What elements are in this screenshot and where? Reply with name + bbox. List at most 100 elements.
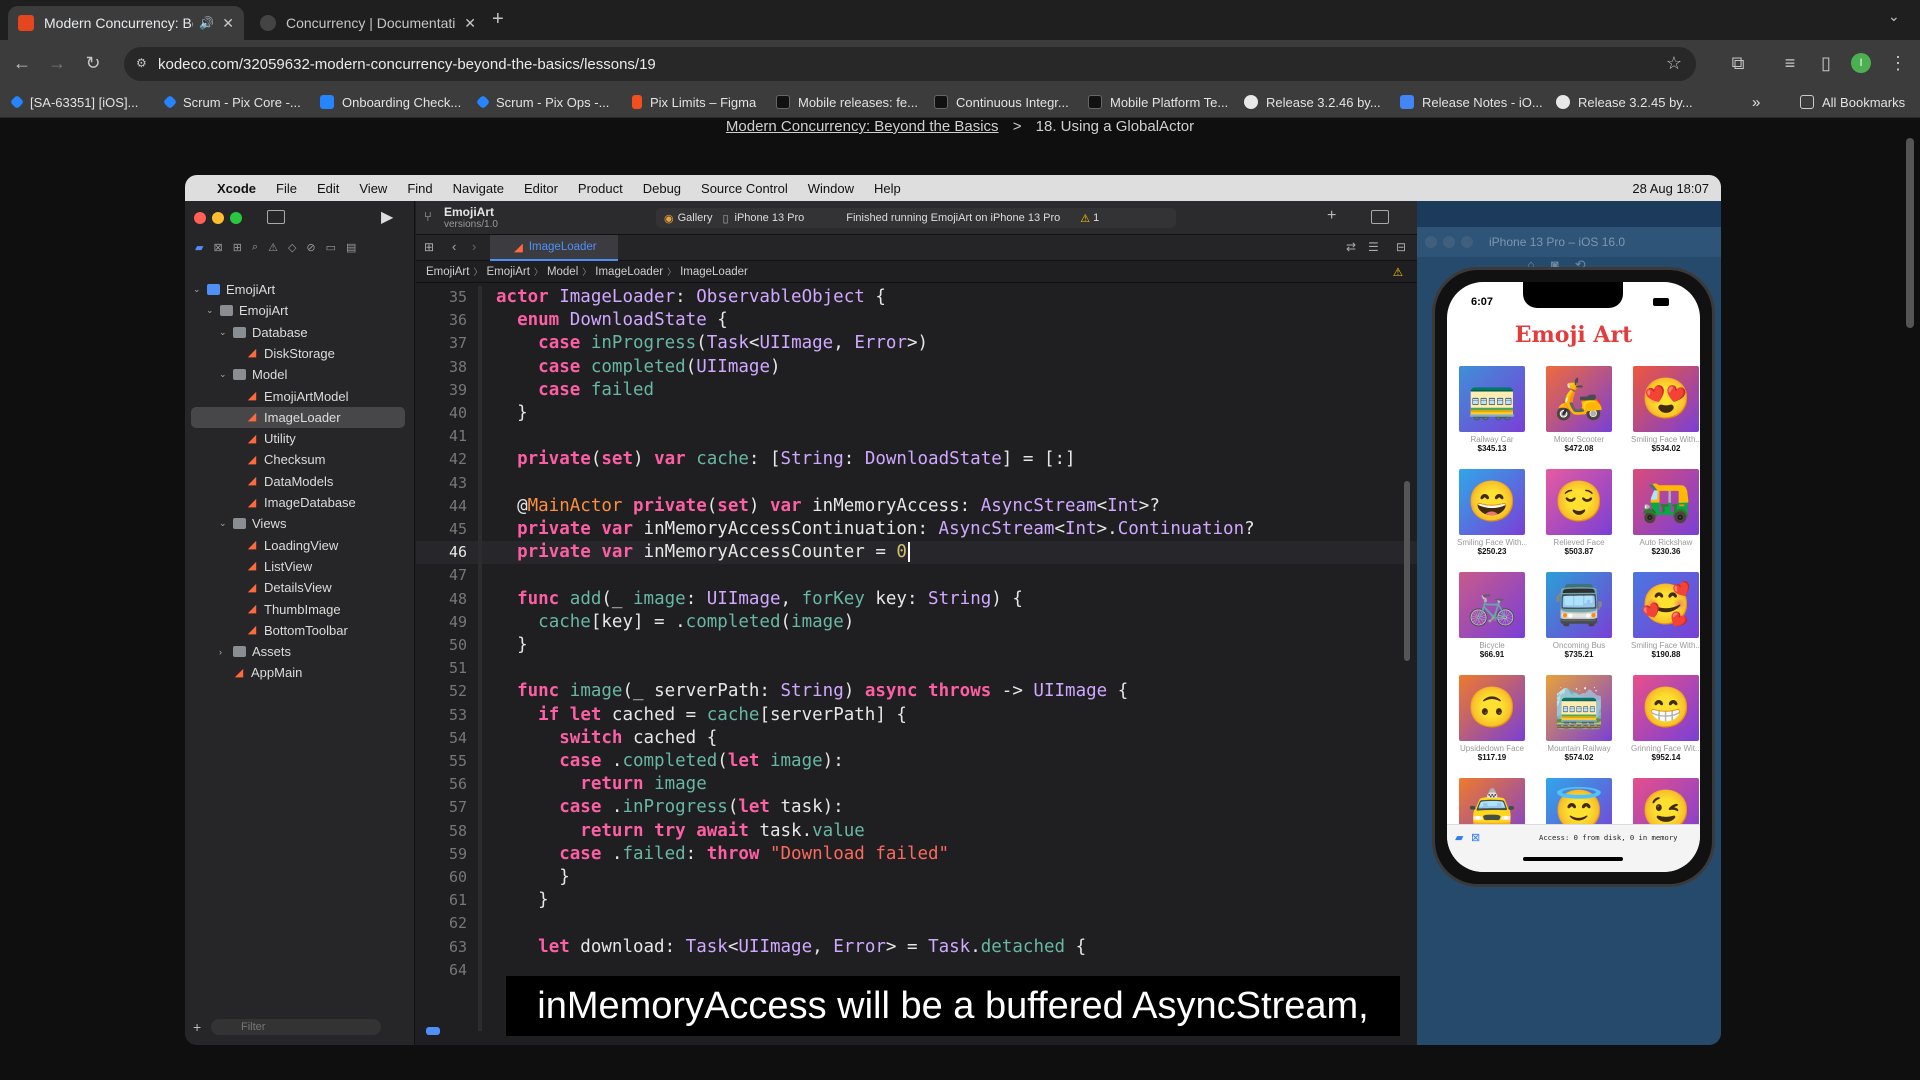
bookmark-item[interactable]: Onboarding Check...	[320, 93, 461, 111]
video-player[interactable]: Xcode File Edit View Find Navigate Editor Produ…	[185, 175, 1721, 1045]
tree-item-listview[interactable]: ◢ ListView	[185, 556, 415, 577]
tree-item-imagedatabase[interactable]: ◢ ImageDatabase	[185, 492, 415, 513]
split-editor-icon[interactable]: ⊟	[1396, 240, 1406, 254]
bookmark-item[interactable]: Mobile Platform Te...	[1088, 93, 1228, 111]
bookmark-item[interactable]: [SA-63351] [iOS]...	[9, 93, 138, 111]
sidebar-toggle-icon[interactable]	[267, 210, 285, 224]
code-line[interactable]: 49 cache[key] = .completed(image)	[416, 611, 1417, 634]
close-tab-icon[interactable]: ✕	[464, 15, 476, 32]
bookmark-item[interactable]: Mobile releases: fe...	[776, 93, 918, 111]
forward-nav-icon[interactable]: ›	[472, 239, 476, 254]
bookmark-item[interactable]: Release Notes - iO...	[1400, 93, 1543, 111]
tree-item-assets[interactable]: › Assets	[185, 641, 415, 662]
code-line[interactable]: 63 let download: Task<UIImage, Error> = …	[416, 936, 1417, 959]
more-menu-icon[interactable]: ⋮	[1886, 51, 1910, 75]
browser-tab[interactable]: Concurrency | Documentation ✕	[250, 6, 486, 40]
tree-item-checksum[interactable]: ◢ Checksum	[185, 449, 415, 470]
emoji-card[interactable]: 🛺 Auto Rickshaw $230.36	[1631, 469, 1700, 556]
emoji-card[interactable]: 😄 Smiling Face With... $250.23	[1457, 469, 1527, 556]
debug-icon[interactable]: ⊘	[306, 241, 315, 257]
menu-help[interactable]: Help	[874, 181, 901, 196]
code-line[interactable]: 58 return try await task.value	[416, 820, 1417, 843]
emoji-card[interactable]: 🚃 Railway Car $345.13	[1457, 366, 1527, 453]
code-line[interactable]: 47	[416, 564, 1417, 587]
tree-item-appmain[interactable]: ◢ AppMain	[185, 662, 415, 683]
emoji-card[interactable]: 🙃 Upsidedown Face $117.19	[1457, 675, 1527, 762]
media-icon[interactable]: ≡	[1778, 51, 1802, 75]
bookmark-item[interactable]: Scrum - Pix Ops -...	[475, 93, 609, 111]
menu-edit[interactable]: Edit	[317, 181, 339, 196]
filter-field[interactable]: Filter	[211, 1019, 381, 1035]
jump-item[interactable]: ImageLoader	[680, 266, 748, 278]
code-area[interactable]: 35 actor ImageLoader: ObservableObject { 3…	[416, 286, 1417, 1031]
symbol-icon[interactable]: ⊞	[233, 241, 242, 257]
code-line[interactable]: 41	[416, 425, 1417, 448]
run-icon[interactable]: ▶	[381, 207, 393, 227]
sim-min-button[interactable]	[1443, 236, 1455, 248]
source-control-icon[interactable]: ⊠	[213, 241, 222, 257]
bookmark-item[interactable]: Continuous Integr...	[934, 93, 1069, 111]
tree-item-detailsview[interactable]: ◢ DetailsView	[185, 577, 415, 598]
all-bookmarks-button[interactable]: All Bookmarks	[1800, 93, 1905, 111]
warning-icon[interactable]: ⚠	[1080, 212, 1090, 225]
code-line[interactable]: 54 switch cached {	[416, 727, 1417, 750]
emoji-card[interactable]: 😁 Grinning Face Wit... $952.14	[1631, 675, 1700, 762]
close-tab-icon[interactable]: ✕	[222, 15, 234, 32]
tree-item-emojiart[interactable]: ⌄ EmojiArt	[185, 300, 415, 321]
jump-item[interactable]: EmojiArt	[426, 266, 469, 278]
code-line[interactable]: 62	[416, 912, 1417, 935]
reload-icon[interactable]: ↻	[81, 51, 105, 75]
emoji-card[interactable]: 🚲 Bicycle $66.91	[1457, 572, 1527, 659]
menu-view[interactable]: View	[359, 181, 387, 196]
page-scrollbar[interactable]	[1906, 138, 1914, 328]
trash-toolbar-icon[interactable]: ⊠	[1471, 831, 1480, 844]
tree-item-loadingview[interactable]: ◢ LoadingView	[185, 535, 415, 556]
code-line[interactable]: 39 case failed	[416, 379, 1417, 402]
bookmark-item[interactable]: Release 3.2.46 by...	[1244, 93, 1381, 111]
tree-item-utility[interactable]: ◢ Utility	[185, 428, 415, 449]
inspector-toggle-icon[interactable]	[1371, 210, 1389, 224]
code-line[interactable]: 57 case .inProgress(let task):	[416, 796, 1417, 819]
extensions-icon[interactable]: ⧉	[1726, 51, 1750, 75]
editor-options-icon[interactable]: ☰	[1368, 240, 1379, 254]
audio-icon[interactable]: 🔊	[199, 16, 214, 30]
tree-item-emojiartmodel[interactable]: ◢ EmojiArtModel	[185, 386, 415, 407]
more-bookmarks-icon[interactable]: »	[1752, 93, 1760, 111]
sim-zoom-button[interactable]	[1461, 236, 1473, 248]
add-icon[interactable]: +	[1327, 207, 1336, 225]
tab-search-icon[interactable]: ⌄	[1888, 8, 1900, 25]
emoji-card[interactable]: 🥰 Smiling Face With... $190.88	[1631, 572, 1700, 659]
bookmark-item[interactable]: Scrum - Pix Core -...	[162, 93, 301, 111]
menu-debug[interactable]: Debug	[643, 181, 681, 196]
menu-find[interactable]: Find	[407, 181, 432, 196]
code-line[interactable]: 46 private var inMemoryAccessCounter = 0	[416, 541, 1417, 565]
side-panel-icon[interactable]: ▯	[1814, 51, 1838, 75]
code-line[interactable]: 50 }	[416, 634, 1417, 657]
close-window-button[interactable]	[194, 212, 206, 224]
breakpoint-icon[interactable]: ▭	[326, 241, 336, 257]
disclosure-icon[interactable]: ⌄	[206, 305, 216, 316]
tree-item-imageloader[interactable]: ◢ ImageLoader	[191, 406, 405, 428]
code-line[interactable]: 37 case inProgress(Task<UIImage, Error>)	[416, 332, 1417, 355]
code-line[interactable]: 35 actor ImageLoader: ObservableObject {	[416, 286, 1417, 309]
grid-icon[interactable]: ⊞	[424, 240, 434, 254]
code-line[interactable]: 55 case .completed(let image):	[416, 750, 1417, 773]
menu-window[interactable]: Window	[808, 181, 854, 196]
jump-warning-icon[interactable]: ⚠	[1393, 265, 1403, 279]
code-line[interactable]: 48 func add(_ image: UIImage, forKey key…	[416, 588, 1417, 611]
code-line[interactable]: 38 case completed(UIImage)	[416, 356, 1417, 379]
test-icon[interactable]: ◇	[288, 241, 296, 257]
disclosure-icon[interactable]: ⌄	[219, 518, 229, 529]
emoji-card[interactable]: 🚞 Mountain Railway $574.02	[1544, 675, 1614, 762]
folder-toolbar-icon[interactable]: ▰	[1455, 831, 1463, 844]
report-icon[interactable]: ▤	[346, 241, 356, 257]
refresh-icon[interactable]: ⇄	[1346, 240, 1356, 254]
tree-item-views[interactable]: ⌄ Views	[185, 513, 415, 534]
bookmark-star-icon[interactable]: ☆	[1666, 53, 1682, 74]
add-file-icon[interactable]: +	[193, 1019, 201, 1035]
bookmark-item[interactable]: Release 3.2.45 by...	[1556, 93, 1693, 111]
find-icon[interactable]: ⌕	[252, 241, 258, 257]
code-line[interactable]: 40 }	[416, 402, 1417, 425]
code-line[interactable]: 61 }	[416, 889, 1417, 912]
fold-ribbon[interactable]	[478, 286, 482, 1031]
